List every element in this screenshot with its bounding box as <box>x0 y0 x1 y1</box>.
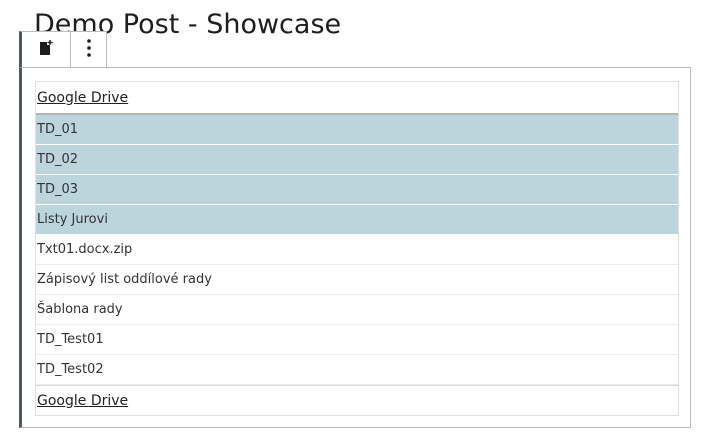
file-name: Listy Jurovi <box>37 212 108 227</box>
editor-canvas: Demo Post - Showcase Google Drive TD_01 … <box>0 0 714 442</box>
file-name: TD_03 <box>37 182 78 197</box>
table-row[interactable]: TD_01 <box>36 115 678 145</box>
file-name: TD_Test01 <box>37 332 104 347</box>
table-row[interactable]: TD_Test01 <box>36 325 678 355</box>
file-rows: TD_01 TD_02 TD_03 Listy Jurovi Txt01.docx.zi… <box>36 115 678 385</box>
table-footer: Google Drive <box>36 385 678 415</box>
file-name: Zápisový list oddílové rady <box>37 272 212 287</box>
file-name: Šablona rady <box>37 302 123 317</box>
file-name: TD_Test02 <box>37 362 104 377</box>
file-name: Txt01.docx.zip <box>37 242 133 257</box>
table-row[interactable]: Šablona rady <box>36 295 678 325</box>
file-name: TD_01 <box>37 122 78 137</box>
more-options-button[interactable] <box>70 32 106 67</box>
google-drive-header-link[interactable]: Google Drive <box>37 90 128 106</box>
table-row[interactable]: Listy Jurovi <box>36 205 678 235</box>
google-drive-footer-link[interactable]: Google Drive <box>37 393 128 409</box>
table-header: Google Drive <box>36 82 678 115</box>
file-name: TD_02 <box>37 152 78 167</box>
vertical-ellipsis-icon <box>86 38 92 62</box>
table-row[interactable]: TD_Test02 <box>36 355 678 385</box>
document-add-icon <box>38 39 54 61</box>
drive-file-table: Google Drive TD_01 TD_02 TD_03 Listy Jurovi… <box>35 81 679 416</box>
table-row[interactable]: TD_02 <box>36 145 678 175</box>
table-row[interactable]: TD_03 <box>36 175 678 205</box>
block-toolbar <box>19 31 107 67</box>
table-row[interactable]: Txt01.docx.zip <box>36 235 678 265</box>
table-row[interactable]: Zápisový list oddílové rady <box>36 265 678 295</box>
block-type-button[interactable] <box>22 32 70 67</box>
